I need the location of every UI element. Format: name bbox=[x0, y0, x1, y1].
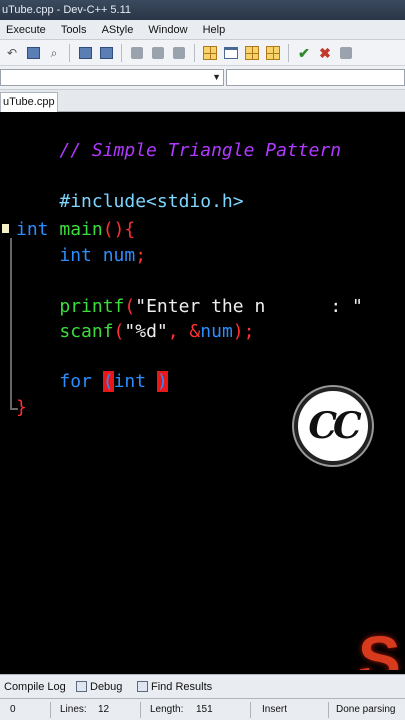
code-line-close-brace: } bbox=[16, 397, 27, 419]
run-icon[interactable] bbox=[98, 45, 114, 61]
function-scanf: scanf bbox=[59, 321, 114, 342]
undo-icon[interactable]: ↶ bbox=[4, 45, 20, 61]
toolbar-separator bbox=[121, 43, 122, 62]
member-dropdown[interactable] bbox=[226, 69, 405, 86]
debug-icon bbox=[76, 681, 87, 692]
status-lines-value: 12 bbox=[98, 704, 110, 715]
code-line-for: for (int ) bbox=[16, 371, 168, 393]
status-length-label: Length: bbox=[150, 704, 184, 715]
status-separator bbox=[140, 702, 141, 718]
menu-astyle[interactable]: AStyle bbox=[102, 20, 134, 39]
printf-string-tail: : " bbox=[330, 296, 363, 317]
status-bar: 0 Lines: 12 Length: 151 Insert Done pars… bbox=[0, 698, 405, 720]
status-parse: Done parsing bbox=[336, 704, 396, 715]
code-editor[interactable]: // Simple Triangle Pattern #include<stdi… bbox=[0, 112, 405, 670]
class-combo-bar: ▼ bbox=[0, 66, 405, 90]
fold-guide bbox=[10, 238, 12, 410]
scanf-format-string: "%d" bbox=[124, 321, 168, 342]
find-icon[interactable]: ⌕ bbox=[46, 45, 62, 61]
debug-label: Debug bbox=[90, 681, 123, 693]
closing-brace: } bbox=[16, 397, 27, 418]
semicolon: ; bbox=[135, 245, 147, 266]
scanf-close: ); bbox=[232, 321, 255, 342]
keyword-int: int bbox=[113, 371, 147, 392]
printf-open-paren: ( bbox=[124, 296, 136, 317]
class-dropdown[interactable]: ▼ bbox=[0, 69, 224, 86]
include-directive: #include<stdio.h> bbox=[59, 191, 244, 212]
editor-tab-strip: uTube.cpp bbox=[0, 90, 405, 112]
scanf-comma: , bbox=[167, 321, 179, 342]
bracket-match-close: ) bbox=[156, 371, 168, 392]
tab-utube-cpp[interactable]: uTube.cpp bbox=[0, 92, 58, 112]
code-line-main: int main(){ bbox=[16, 219, 135, 241]
window-title-bar: uTube.cpp - Dev-C++ 5.11 bbox=[0, 0, 405, 20]
code-line-declaration: int num; bbox=[16, 245, 146, 267]
toolbar: ↶ ⌕ ✔ ✖ bbox=[0, 40, 405, 66]
tab-debug[interactable]: Debug bbox=[74, 676, 122, 698]
tab-find-results[interactable]: Find Results bbox=[135, 676, 212, 698]
status-lines-label: Lines: bbox=[60, 704, 87, 715]
gray-icon[interactable] bbox=[338, 45, 354, 61]
grid-icon[interactable] bbox=[202, 45, 218, 61]
compile-icon[interactable] bbox=[77, 45, 93, 61]
main-parens: (){ bbox=[102, 219, 136, 240]
keyword-for: for bbox=[59, 371, 92, 392]
menu-tools[interactable]: Tools bbox=[61, 20, 87, 39]
keyword-int: int bbox=[16, 219, 49, 240]
x-icon[interactable]: ✖ bbox=[317, 45, 333, 61]
menu-execute[interactable]: Execute bbox=[6, 20, 46, 39]
status-separator bbox=[50, 702, 51, 718]
window-title: uTube.cpp - Dev-C++ 5.11 bbox=[2, 4, 132, 16]
toggle-icon[interactable] bbox=[171, 45, 187, 61]
bracket-match-open: ( bbox=[102, 371, 114, 392]
status-length-value: 151 bbox=[196, 704, 213, 715]
comment-text: // Simple Triangle Pattern bbox=[59, 140, 342, 161]
chevron-down-icon: ▼ bbox=[212, 72, 221, 82]
compile-log-label: Compile Log bbox=[4, 681, 66, 693]
check-icon[interactable]: ✔ bbox=[296, 45, 312, 61]
toolbar-separator bbox=[288, 43, 289, 62]
fold-marker[interactable] bbox=[2, 224, 9, 233]
function-main: main bbox=[59, 219, 103, 240]
keyword-int: int bbox=[59, 245, 92, 266]
address-operator: & bbox=[178, 321, 201, 342]
find-results-icon bbox=[137, 681, 148, 692]
watermark-letter: S bbox=[358, 623, 401, 670]
output-tabs: Compile Log Debug Find Results bbox=[0, 674, 405, 698]
unindent-icon[interactable] bbox=[150, 45, 166, 61]
menu-window[interactable]: Window bbox=[148, 20, 187, 39]
window-icon[interactable] bbox=[223, 45, 239, 61]
closed-captions-badge: CC bbox=[294, 387, 372, 465]
status-mode: Insert bbox=[262, 704, 288, 715]
indent-icon[interactable] bbox=[129, 45, 145, 61]
code-line-printf: printf("Enter the n : " bbox=[16, 296, 363, 318]
status-column: 0 bbox=[10, 704, 16, 715]
status-separator bbox=[328, 702, 329, 718]
code-line-scanf: scanf("%d", &num); bbox=[16, 321, 254, 343]
toolbar-separator bbox=[69, 43, 70, 62]
tab-compile-log[interactable]: Compile Log bbox=[0, 676, 66, 698]
toolbar-separator bbox=[194, 43, 195, 62]
scanf-open-paren: ( bbox=[113, 321, 125, 342]
identifier-num: num bbox=[102, 245, 136, 266]
menu-help[interactable]: Help bbox=[203, 20, 226, 39]
status-separator bbox=[250, 702, 251, 718]
identifier-num: num bbox=[200, 321, 233, 342]
layout-icon[interactable] bbox=[244, 45, 260, 61]
function-printf: printf bbox=[59, 296, 125, 317]
find-results-label: Find Results bbox=[151, 681, 213, 693]
paste-icon[interactable] bbox=[25, 45, 41, 61]
grid-icon[interactable] bbox=[265, 45, 281, 61]
menu-bar: Execute Tools AStyle Window Help bbox=[0, 20, 405, 40]
printf-string: "Enter the n bbox=[135, 296, 266, 317]
